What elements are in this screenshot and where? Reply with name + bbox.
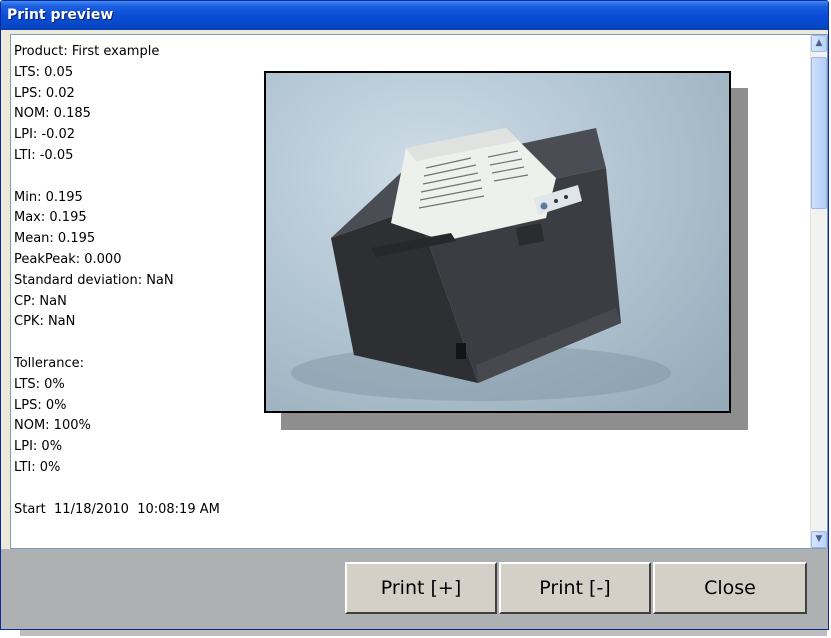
button-bar: Print [+] Print [-] Close — [1, 549, 828, 629]
scroll-up-arrow-icon[interactable]: ▲ — [811, 35, 827, 52]
window-shadow — [0, 630, 831, 638]
vertical-scrollbar[interactable]: ▲ ▼ — [810, 35, 827, 548]
close-button[interactable]: Close — [653, 562, 807, 614]
print-preview-window: Print preview Product: First example LTS… — [0, 0, 829, 630]
window-title: Print preview — [7, 7, 114, 23]
preview-area: Product: First example LTS: 0.05 LPS: 0.… — [10, 34, 828, 549]
print-plus-button[interactable]: Print [+] — [345, 562, 497, 614]
printer-photo — [264, 71, 731, 413]
receipt-printer-image — [291, 128, 671, 401]
report-text: Product: First example LTS: 0.05 LPS: 0.… — [14, 44, 220, 517]
scroll-down-arrow-icon[interactable]: ▼ — [811, 531, 827, 548]
scrollbar-thumb[interactable] — [811, 57, 827, 209]
print-minus-button[interactable]: Print [-] — [499, 562, 651, 614]
title-bar[interactable]: Print preview — [1, 1, 828, 30]
